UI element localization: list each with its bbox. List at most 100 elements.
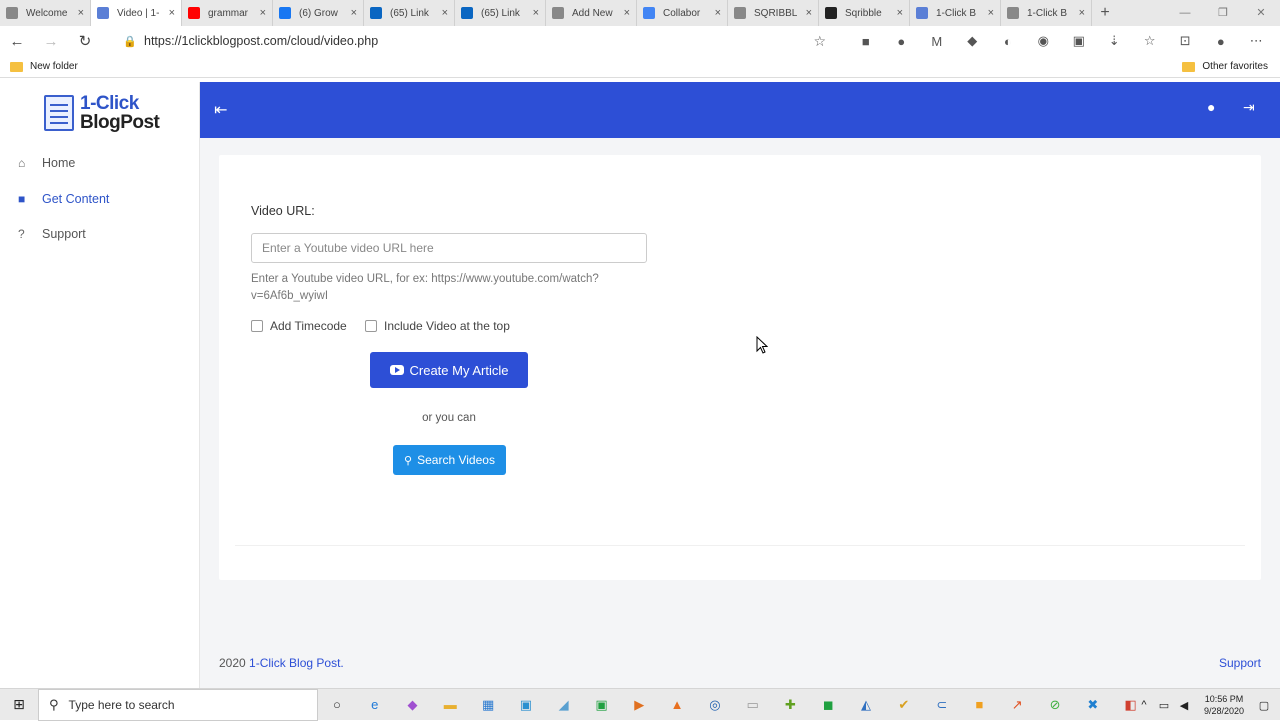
- network-icon[interactable]: ▭: [1154, 699, 1174, 712]
- app-icon[interactable]: ✚: [772, 697, 810, 713]
- browser-tab[interactable]: (6) Grow ×: [273, 0, 364, 26]
- browser-tab[interactable]: 1-Click B ×: [1001, 0, 1092, 26]
- url-field[interactable]: 🔒 https://1clickblogpost.com/cloud/video…: [116, 29, 836, 53]
- bookmark-folder[interactable]: New folder: [10, 61, 78, 72]
- address-bar-row: ← → ↻ 🔒 https://1clickblogpost.com/cloud…: [0, 26, 1280, 56]
- app-icon[interactable]: ⊘: [1036, 697, 1074, 713]
- close-tab-icon[interactable]: ×: [988, 7, 994, 19]
- checkbox-box[interactable]: [251, 320, 263, 332]
- clock-date: 9/28/2020: [1203, 706, 1244, 716]
- footer-support-link[interactable]: Support: [1219, 656, 1261, 670]
- close-tab-icon[interactable]: ×: [533, 7, 539, 19]
- vlc-icon[interactable]: ▲: [658, 697, 696, 712]
- new-tab-button[interactable]: +: [1092, 4, 1118, 22]
- browser-tab[interactable]: (65) Link ×: [455, 0, 546, 26]
- window-controls: — ❐ ✕: [1166, 0, 1280, 26]
- add-timecode-checkbox[interactable]: Add Timecode: [251, 319, 347, 333]
- calculator-icon[interactable]: ▦: [469, 697, 507, 713]
- app-icon[interactable]: ⊂: [923, 697, 961, 713]
- app-logo[interactable]: 1-Click BlogPost: [44, 94, 160, 132]
- app-icon[interactable]: ▣: [507, 697, 545, 713]
- logout-icon[interactable]: ⇥: [1243, 99, 1255, 116]
- include-video-checkbox[interactable]: Include Video at the top: [365, 319, 510, 333]
- forward-button[interactable]: →: [34, 33, 68, 50]
- other-favorites[interactable]: Other favorites: [1182, 61, 1268, 72]
- extension-icon[interactable]: ●: [884, 34, 920, 49]
- close-tab-icon[interactable]: ×: [806, 7, 812, 19]
- tab-label: Add New: [572, 7, 613, 19]
- cortana-icon[interactable]: ○: [318, 697, 356, 712]
- search-icon: ⚲: [49, 696, 59, 712]
- minimize-button[interactable]: —: [1166, 0, 1204, 26]
- extension-icon[interactable]: ☆: [1132, 33, 1168, 49]
- browser-tab[interactable]: 1-Click B ×: [910, 0, 1001, 26]
- app-icon[interactable]: ◢: [545, 697, 583, 713]
- checkbox-box[interactable]: [365, 320, 377, 332]
- favorite-star-icon[interactable]: ☆: [813, 33, 826, 50]
- extension-icon[interactable]: ◆: [955, 33, 991, 49]
- extension-icon[interactable]: M: [919, 34, 955, 49]
- app-icon[interactable]: ▣: [583, 697, 621, 713]
- app-icon[interactable]: ◭: [847, 697, 885, 713]
- browser-tab[interactable]: SQRIBBL ×: [728, 0, 819, 26]
- bookmark-folder-label: New folder: [30, 61, 78, 72]
- close-tab-icon[interactable]: ×: [897, 7, 903, 19]
- collapse-sidebar-icon[interactable]: ⇤: [214, 100, 227, 120]
- footer-brand-link[interactable]: 1-Click Blog Post.: [249, 656, 344, 670]
- create-article-button[interactable]: Create My Article: [370, 352, 528, 388]
- close-tab-icon[interactable]: ×: [260, 7, 266, 19]
- app-icon[interactable]: ▭: [734, 697, 772, 713]
- app-icon[interactable]: ◆: [394, 697, 432, 713]
- close-tab-icon[interactable]: ×: [1079, 7, 1085, 19]
- card-divider: [235, 545, 1245, 546]
- app-icon[interactable]: ✔: [885, 697, 923, 713]
- close-tab-icon[interactable]: ×: [351, 7, 357, 19]
- edge-icon[interactable]: e: [356, 697, 394, 712]
- browser-tab[interactable]: Video | 1- ×: [91, 0, 182, 26]
- extension-icon[interactable]: ⋯: [1239, 33, 1275, 49]
- close-tab-icon[interactable]: ×: [442, 7, 448, 19]
- close-tab-icon[interactable]: ×: [78, 7, 84, 19]
- sidebar-item-home[interactable]: ⌂ Home: [18, 156, 75, 170]
- browser-tab[interactable]: grammar ×: [182, 0, 273, 26]
- taskbar-search[interactable]: ⚲ Type here to search: [38, 688, 318, 721]
- file-explorer-icon[interactable]: ▬: [431, 697, 469, 712]
- user-icon[interactable]: ●: [1207, 99, 1215, 115]
- app-icon[interactable]: ✖: [1074, 697, 1112, 713]
- browser-tab[interactable]: Collabor ×: [637, 0, 728, 26]
- close-tab-icon[interactable]: ×: [624, 7, 630, 19]
- extension-icon[interactable]: ⇣: [1097, 33, 1133, 49]
- tab-label: Video | 1-: [117, 7, 160, 19]
- app-icon[interactable]: ◎: [696, 697, 734, 713]
- browser-tab[interactable]: Welcome ×: [0, 0, 91, 26]
- close-window-button[interactable]: ✕: [1242, 0, 1280, 26]
- refresh-button[interactable]: ↻: [68, 32, 102, 50]
- windows-start-icon[interactable]: ⊞: [0, 696, 38, 713]
- extension-icon[interactable]: ▣: [1061, 33, 1097, 49]
- close-tab-icon[interactable]: ×: [169, 7, 175, 19]
- extension-icon[interactable]: ◐: [990, 34, 1026, 49]
- browser-tab[interactable]: Add New ×: [546, 0, 637, 26]
- volume-icon[interactable]: ◀: [1174, 699, 1194, 712]
- browser-tab[interactable]: Sqribble ×: [819, 0, 910, 26]
- extension-icon[interactable]: ⊡: [1168, 33, 1204, 49]
- restore-button[interactable]: ❐: [1204, 0, 1242, 26]
- sidebar-item-get-content[interactable]: ■ Get Content: [18, 192, 109, 206]
- app-icon[interactable]: ◼: [809, 697, 847, 713]
- video-url-input[interactable]: [251, 233, 647, 263]
- sidebar-item-support[interactable]: ? Support: [18, 227, 86, 241]
- back-button[interactable]: ←: [0, 33, 34, 50]
- search-videos-button[interactable]: ⚲ Search Videos: [393, 445, 506, 475]
- browser-tab[interactable]: (65) Link ×: [364, 0, 455, 26]
- app-icon[interactable]: ■: [961, 697, 999, 712]
- chevron-up-icon[interactable]: ^: [1134, 699, 1154, 711]
- app-icon[interactable]: ▶: [620, 697, 658, 713]
- extension-icon[interactable]: ●: [1203, 34, 1239, 49]
- app-icon[interactable]: ↗: [998, 697, 1036, 713]
- close-tab-icon[interactable]: ×: [715, 7, 721, 19]
- system-clock[interactable]: 10:56 PM 9/28/2020: [1204, 693, 1244, 717]
- notification-icon[interactable]: ▢: [1254, 699, 1274, 712]
- extension-icon[interactable]: ◉: [1026, 33, 1062, 49]
- url-text: https://1clickblogpost.com/cloud/video.p…: [144, 34, 379, 48]
- extension-icon[interactable]: ■: [848, 34, 884, 49]
